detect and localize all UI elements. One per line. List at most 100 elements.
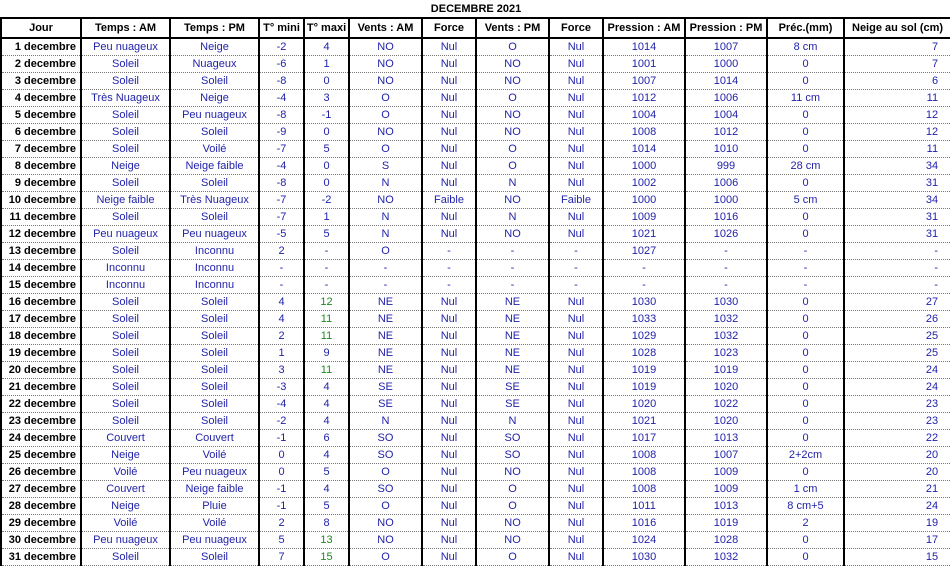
cell-snow-depth[interactable]: 31 <box>844 225 950 243</box>
cell-wind-pm[interactable]: N <box>476 208 550 226</box>
cell-snow-depth[interactable]: 34 <box>844 157 950 175</box>
cell-precipitation[interactable]: 0 <box>767 293 845 311</box>
cell-weather-pm[interactable]: Soleil <box>170 344 260 362</box>
cell-snow-depth[interactable]: - <box>844 259 950 277</box>
cell-temp-min[interactable]: 5 <box>259 531 305 549</box>
cell-temp-max[interactable]: - <box>304 242 350 260</box>
cell-force-pm[interactable]: Nul <box>549 310 604 328</box>
cell-pressure-am[interactable]: 1028 <box>603 344 686 362</box>
cell-weather-am[interactable]: Neige faible <box>81 191 171 209</box>
cell-pressure-am[interactable]: 1030 <box>603 293 686 311</box>
cell-force-pm[interactable]: Nul <box>549 157 604 175</box>
cell-temp-min[interactable]: 1 <box>259 344 305 362</box>
cell-snow-depth[interactable]: 19 <box>844 514 950 532</box>
cell-force-am[interactable]: Nul <box>422 395 477 413</box>
cell-pressure-am[interactable]: 1011 <box>603 497 686 515</box>
cell-temp-max[interactable]: 4 <box>304 480 350 498</box>
cell-force-pm[interactable]: Nul <box>549 361 604 379</box>
cell-weather-am[interactable]: Soleil <box>81 361 171 379</box>
cell-force-am[interactable]: Nul <box>422 480 477 498</box>
cell-wind-am[interactable]: SO <box>349 480 423 498</box>
cell-force-am[interactable]: Nul <box>422 378 477 396</box>
cell-force-am[interactable]: Nul <box>422 327 477 345</box>
cell-wind-am[interactable]: NO <box>349 514 423 532</box>
cell-force-am[interactable]: Nul <box>422 463 477 481</box>
cell-temp-max[interactable]: 11 <box>304 327 350 345</box>
cell-day[interactable]: 29 decembre <box>0 514 82 532</box>
cell-wind-pm[interactable]: NO <box>476 55 550 73</box>
cell-temp-max[interactable]: 3 <box>304 89 350 107</box>
cell-pressure-pm[interactable]: 1010 <box>685 140 768 158</box>
cell-temp-min[interactable]: -4 <box>259 89 305 107</box>
cell-temp-min[interactable]: - <box>259 259 305 277</box>
cell-precipitation[interactable]: 0 <box>767 55 845 73</box>
cell-pressure-pm[interactable]: 1028 <box>685 531 768 549</box>
cell-weather-pm[interactable]: Inconnu <box>170 242 260 260</box>
column-header-weather-am[interactable]: Temps : AM <box>81 17 171 39</box>
cell-snow-depth[interactable]: 12 <box>844 106 950 124</box>
cell-weather-am[interactable]: Soleil <box>81 344 171 362</box>
cell-weather-am[interactable]: Soleil <box>81 55 171 73</box>
cell-weather-pm[interactable]: Neige <box>170 38 260 56</box>
cell-snow-depth[interactable]: 17 <box>844 531 950 549</box>
cell-precipitation[interactable]: 0 <box>767 310 845 328</box>
cell-pressure-pm[interactable]: 1020 <box>685 412 768 430</box>
cell-weather-am[interactable]: Soleil <box>81 208 171 226</box>
cell-weather-am[interactable]: Voilé <box>81 463 171 481</box>
cell-pressure-am[interactable]: 1014 <box>603 38 686 56</box>
cell-pressure-am[interactable]: 1004 <box>603 106 686 124</box>
cell-snow-depth[interactable]: 20 <box>844 446 950 464</box>
cell-temp-min[interactable]: -2 <box>259 412 305 430</box>
cell-force-pm[interactable]: Nul <box>549 429 604 447</box>
cell-temp-min[interactable]: -7 <box>259 191 305 209</box>
cell-temp-max[interactable]: 11 <box>304 361 350 379</box>
cell-precipitation[interactable]: 0 <box>767 378 845 396</box>
cell-precipitation[interactable]: 0 <box>767 327 845 345</box>
cell-wind-am[interactable]: N <box>349 412 423 430</box>
cell-day[interactable]: 25 decembre <box>0 446 82 464</box>
cell-weather-am[interactable]: Inconnu <box>81 276 171 294</box>
cell-pressure-am[interactable]: 1021 <box>603 225 686 243</box>
cell-force-pm[interactable]: - <box>549 242 604 260</box>
cell-temp-max[interactable]: 12 <box>304 293 350 311</box>
cell-force-am[interactable]: Nul <box>422 446 477 464</box>
cell-force-pm[interactable]: Nul <box>549 395 604 413</box>
cell-weather-am[interactable]: Soleil <box>81 242 171 260</box>
cell-day[interactable]: 23 decembre <box>0 412 82 430</box>
cell-wind-am[interactable]: NE <box>349 361 423 379</box>
cell-force-am[interactable]: Nul <box>422 55 477 73</box>
cell-precipitation[interactable]: 0 <box>767 208 845 226</box>
cell-pressure-pm[interactable]: 1009 <box>685 463 768 481</box>
cell-force-pm[interactable]: Nul <box>549 446 604 464</box>
cell-force-am[interactable]: Nul <box>422 361 477 379</box>
cell-force-am[interactable]: Nul <box>422 293 477 311</box>
cell-snow-depth[interactable]: 27 <box>844 293 950 311</box>
cell-weather-am[interactable]: Neige <box>81 157 171 175</box>
cell-wind-pm[interactable]: O <box>476 157 550 175</box>
column-header-pressure-am[interactable]: Pression : AM <box>603 17 686 39</box>
cell-weather-am[interactable]: Peu nuageux <box>81 38 171 56</box>
cell-temp-min[interactable]: -3 <box>259 378 305 396</box>
cell-temp-min[interactable]: -8 <box>259 174 305 192</box>
cell-wind-am[interactable]: NE <box>349 344 423 362</box>
cell-wind-pm[interactable]: NO <box>476 514 550 532</box>
cell-temp-max[interactable]: 4 <box>304 378 350 396</box>
cell-force-am[interactable]: Faible <box>422 191 477 209</box>
cell-precipitation[interactable]: - <box>767 276 845 294</box>
cell-pressure-pm[interactable]: 1032 <box>685 310 768 328</box>
cell-temp-max[interactable]: 13 <box>304 531 350 549</box>
cell-force-pm[interactable]: - <box>549 276 604 294</box>
cell-wind-am[interactable]: NO <box>349 55 423 73</box>
cell-precipitation[interactable]: 8 cm+5 <box>767 497 845 515</box>
cell-force-pm[interactable]: Nul <box>549 89 604 107</box>
cell-pressure-am[interactable]: 1019 <box>603 378 686 396</box>
cell-force-pm[interactable]: Nul <box>549 531 604 549</box>
cell-wind-pm[interactable]: SO <box>476 446 550 464</box>
cell-precipitation[interactable]: 0 <box>767 463 845 481</box>
cell-force-am[interactable]: Nul <box>422 174 477 192</box>
cell-force-am[interactable]: - <box>422 242 477 260</box>
cell-weather-am[interactable]: Neige <box>81 446 171 464</box>
cell-temp-min[interactable]: -9 <box>259 123 305 141</box>
cell-pressure-pm[interactable]: 1013 <box>685 429 768 447</box>
cell-weather-pm[interactable]: Peu nuageux <box>170 225 260 243</box>
